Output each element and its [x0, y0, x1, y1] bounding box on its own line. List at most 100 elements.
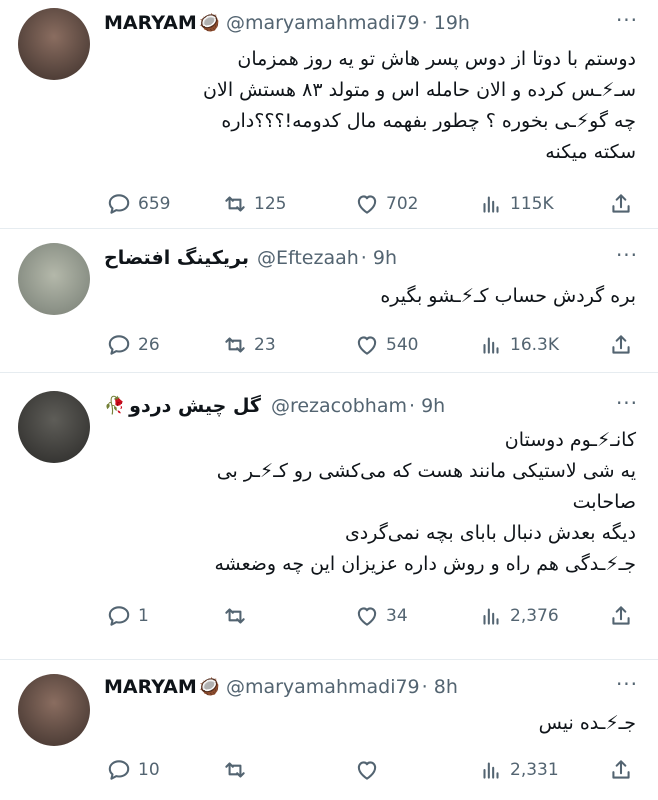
coconut-emoji: 🥥 [198, 13, 220, 33]
timestamp[interactable]: · 9h [361, 247, 397, 269]
share-button[interactable] [608, 599, 634, 633]
avatar[interactable] [18, 8, 90, 80]
retweet-icon [225, 762, 245, 778]
tweet-header: بریکینگ افتضاح @Eftezaah · 9h [104, 243, 618, 273]
tweet-text: جـ⚡ـده نیس [104, 708, 636, 739]
share-icon [612, 760, 630, 779]
tweet-line: سکته میکنه [545, 141, 636, 163]
tweet-4[interactable]: MARYAM 🥥 @maryamahmadi79 · 8h ··· جـ⚡ـده… [0, 660, 658, 800]
avatar[interactable] [18, 243, 90, 315]
tweet-text: کانـ⚡ـوم دوستان یه شی لاستیکی مانند هست … [104, 425, 637, 580]
reply-button[interactable]: 26 [106, 328, 160, 362]
tweet-2[interactable]: بریکینگ افتضاح @Eftezaah · 9h ··· بره گر… [0, 229, 658, 372]
like-button[interactable]: 34 [354, 599, 408, 633]
views-count: 2,331 [510, 760, 559, 780]
views-icon [483, 337, 499, 354]
like-count: 702 [386, 194, 419, 214]
tweet-header: MARYAM 🥥 @maryamahmadi79 · 8h [104, 672, 618, 702]
tweet-line: جـ⚡ـدگی هم راه و روش داره عزیزان این چه … [214, 553, 637, 575]
timestamp[interactable]: · 19h [422, 12, 470, 34]
avatar[interactable] [18, 674, 90, 746]
wilted-rose-emoji: 🥀 [104, 396, 126, 416]
heart-icon [357, 195, 377, 214]
tweet-header: MARYAM 🥥 @maryamahmadi79 · 19h [104, 8, 618, 38]
action-bar: 26 23 540 16.3K [100, 328, 640, 362]
author-handle[interactable]: @maryamahmadi79 [226, 12, 420, 34]
retweet-button[interactable]: 125 [222, 187, 286, 221]
views-button[interactable]: 115K [478, 187, 554, 221]
action-bar: 659 125 702 115K [100, 187, 640, 221]
reply-icon [108, 606, 130, 626]
like-count: 34 [386, 606, 408, 626]
more-icon[interactable]: ··· [614, 245, 640, 269]
tweet-1[interactable]: MARYAM 🥥 @maryamahmadi79 · 19h ··· دوستم… [0, 0, 658, 228]
tweet-line: یه شی لاستیکی مانند هست که می‌کشی رو کـ⚡… [216, 460, 636, 482]
retweet-button[interactable]: 23 [222, 328, 276, 362]
reply-count: 26 [138, 335, 160, 355]
reply-icon [108, 760, 130, 780]
views-icon [483, 196, 499, 213]
more-icon[interactable]: ··· [614, 10, 640, 34]
like-button[interactable]: 702 [354, 187, 418, 221]
tweet-line: کانـ⚡ـوم دوستان [504, 429, 636, 451]
views-count: 115K [510, 194, 554, 214]
author-name[interactable]: بریکینگ افتضاح [104, 247, 249, 269]
heart-icon [357, 761, 377, 780]
views-icon [483, 762, 499, 779]
tweet-3[interactable]: 🥀 گل چیش دردو @rezacobham · 9h ··· کانـ⚡… [0, 373, 658, 659]
tweet-text: دوستم با دوتا از دوس پسر هاش تو یه روز ه… [104, 44, 636, 168]
coconut-emoji: 🥥 [198, 677, 220, 697]
heart-icon [357, 336, 377, 355]
tweet-header: 🥀 گل چیش دردو @rezacobham · 9h [104, 391, 618, 421]
tweet-line: سـ⚡ـس کرده و الان حامله اس و متولد ۸۳ هس… [203, 79, 636, 101]
tweet-line: بره گردش حساب کـ⚡ـشو بگیره [380, 285, 636, 307]
retweet-button[interactable] [222, 753, 254, 787]
views-button[interactable]: 16.3K [478, 328, 559, 362]
views-button[interactable]: 2,376 [478, 599, 559, 633]
share-icon [612, 194, 630, 213]
views-button[interactable]: 2,331 [478, 753, 559, 787]
like-count: 540 [386, 335, 419, 355]
reply-button[interactable]: 1 [106, 599, 149, 633]
reply-button[interactable]: 659 [106, 187, 170, 221]
like-button[interactable] [354, 753, 386, 787]
more-icon[interactable]: ··· [614, 674, 640, 698]
author-handle[interactable]: @rezacobham [271, 395, 407, 417]
share-icon [612, 606, 630, 625]
retweet-icon [225, 337, 245, 353]
timestamp[interactable]: · 9h [409, 395, 445, 417]
like-button[interactable]: 540 [354, 328, 418, 362]
author-name[interactable]: گل چیش دردو [129, 395, 261, 417]
share-button[interactable] [608, 187, 634, 221]
retweet-icon [225, 196, 245, 212]
share-icon [612, 335, 630, 354]
author-handle[interactable]: @Eftezaah [257, 247, 359, 269]
views-count: 2,376 [510, 606, 559, 626]
reply-count: 1 [138, 606, 149, 626]
author-name[interactable]: MARYAM [104, 12, 197, 34]
tweet-line: دیگه بعدش دنبال بابای بچه نمی‌گردی [344, 522, 636, 544]
reply-count: 10 [138, 760, 160, 780]
retweet-icon [225, 608, 245, 624]
views-count: 16.3K [510, 335, 559, 355]
action-bar: 1 34 2,376 [100, 599, 640, 633]
views-icon [483, 608, 499, 625]
reply-icon [108, 194, 130, 214]
avatar[interactable] [18, 391, 90, 463]
author-handle[interactable]: @maryamahmadi79 [226, 676, 420, 698]
reply-icon [108, 335, 130, 355]
tweet-line: چه گو⚡ـی بخوره ؟ چطور بفهمه مال کدومه!؟؟… [221, 110, 636, 132]
retweet-button[interactable] [222, 599, 254, 633]
retweet-count: 23 [254, 335, 276, 355]
reply-button[interactable]: 10 [106, 753, 160, 787]
share-button[interactable] [608, 328, 634, 362]
action-bar: 10 2,331 [100, 753, 640, 787]
timestamp[interactable]: · 8h [422, 676, 458, 698]
retweet-count: 125 [254, 194, 287, 214]
reply-count: 659 [138, 194, 171, 214]
more-icon[interactable]: ··· [614, 393, 640, 417]
tweet-line: صاحابت [572, 491, 636, 513]
share-button[interactable] [608, 753, 634, 787]
tweet-line: دوستم با دوتا از دوس پسر هاش تو یه روز ه… [237, 48, 636, 70]
author-name[interactable]: MARYAM [104, 676, 197, 698]
